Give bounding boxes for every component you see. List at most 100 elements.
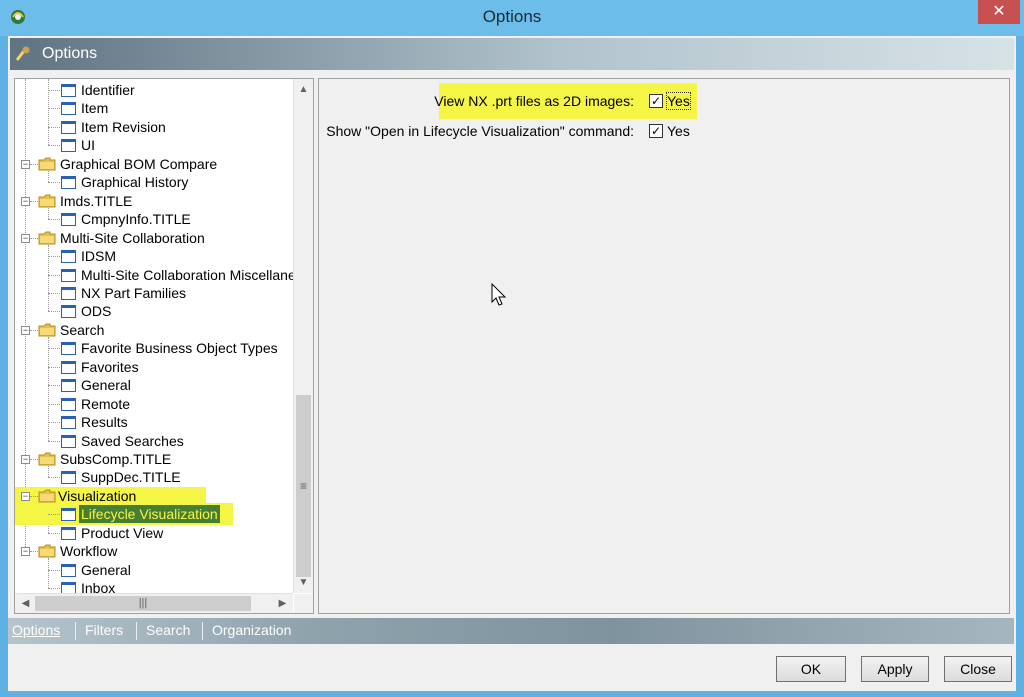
tree-item[interactable]: Results (15, 413, 293, 431)
tree-connector (48, 108, 60, 110)
tree-item[interactable]: Saved Searches (15, 432, 293, 450)
apply-button[interactable]: Apply (861, 656, 929, 682)
collapse-toggle-icon[interactable]: − (21, 325, 30, 335)
tree-item-label: General (81, 561, 131, 578)
setting-checkbox[interactable]: ✓ (649, 124, 663, 138)
tree-item[interactable]: CmpnyInfo.TITLE (15, 210, 293, 228)
tree-item[interactable]: Item (15, 99, 293, 117)
tree-horizontal-scrollbar[interactable]: ◀ ||| ▶ (15, 593, 293, 613)
tree-folder-item[interactable]: − SubsComp.TITLE (15, 450, 293, 468)
scroll-left-icon[interactable]: ◀ (17, 594, 34, 613)
tree-connector (48, 403, 60, 405)
tree-connector (48, 274, 60, 276)
tree-item-label: IDSM (81, 248, 116, 265)
scroll-down-icon[interactable]: ▼ (294, 574, 313, 591)
collapse-toggle-icon[interactable]: − (21, 233, 30, 243)
page-icon (61, 526, 76, 540)
tree-item[interactable]: ODS (15, 302, 293, 320)
tree-item[interactable]: Favorite Business Object Types (15, 339, 293, 357)
tab-separator (136, 622, 137, 640)
tree-item[interactable]: Remote (15, 395, 293, 413)
options-tree[interactable]: Identifier Item Item Revision UI − Graphical … (15, 79, 293, 593)
tab-options[interactable]: Options (12, 622, 60, 638)
tree-item-label: Remote (81, 395, 131, 412)
page-icon (61, 305, 76, 319)
collapse-toggle-icon[interactable]: − (21, 196, 30, 206)
tree-item[interactable]: Graphical History (15, 173, 293, 191)
collapse-toggle-icon[interactable]: − (21, 491, 30, 501)
setting-label: View NX .prt files as 2D images: (434, 93, 634, 109)
window-close-button[interactable]: ✕ (978, 0, 1020, 24)
tree-item[interactable]: Favorites (15, 358, 293, 376)
tree-item[interactable]: IDSM (15, 247, 293, 265)
ok-button[interactable]: OK (776, 656, 846, 682)
page-icon (61, 416, 76, 430)
tree-folder-item[interactable]: − Graphical BOM Compare (15, 155, 293, 173)
page-icon (61, 379, 76, 393)
page-icon (61, 213, 76, 227)
tree-item-label: Graphical BOM Compare (60, 155, 218, 172)
tree-item[interactable]: Multi-Site Collaboration Miscellane (15, 266, 293, 284)
bottom-tab-bar: Options Filters Search Organization (8, 618, 1014, 644)
tree-folder-item[interactable]: − Multi-Site Collaboration (15, 229, 293, 247)
tree-connector (48, 348, 60, 350)
tab-separator (202, 622, 203, 640)
tree-item[interactable]: UI (15, 136, 293, 154)
tree-folder-item[interactable]: − Imds.TITLE (15, 192, 293, 210)
tree-item[interactable]: General (15, 561, 293, 579)
tree-item-label: Item Revision (81, 118, 166, 135)
collapse-toggle-icon[interactable]: − (21, 547, 30, 557)
close-button[interactable]: Close (944, 656, 1012, 682)
scroll-thumb-horizontal[interactable]: ||| (35, 596, 251, 611)
tree-connector (48, 385, 60, 387)
tree-folder-item[interactable]: − Search (15, 321, 293, 339)
tree-item[interactable]: Product View (15, 524, 293, 542)
page-icon (61, 471, 76, 485)
tree-connector (30, 163, 38, 165)
tab-search[interactable]: Search (146, 622, 190, 638)
tree-item[interactable]: SuppDec.TITLE (15, 468, 293, 486)
folder-icon (38, 452, 56, 466)
setting-label: Show "Open in Lifecycle Visualization" c… (326, 123, 634, 139)
tree-item[interactable]: Identifier (15, 81, 293, 99)
tree-connector (48, 292, 60, 294)
setting-checkbox[interactable]: ✓ (649, 94, 663, 108)
tree-item-label: SuppDec.TITLE (81, 469, 181, 486)
settings-panel: View NX .prt files as 2D images: ✓ Yes Show… (318, 78, 1010, 614)
tree-connector (30, 495, 38, 497)
tab-organization[interactable]: Organization (212, 622, 291, 638)
tree-vertical-scrollbar[interactable]: ▲ ≡ ▼ (293, 79, 313, 593)
setting-value-label[interactable]: Yes (667, 117, 690, 145)
tree-folder-item[interactable]: − Visualization (15, 486, 293, 505)
scroll-up-icon[interactable]: ▲ (294, 81, 313, 98)
collapse-toggle-icon[interactable]: − (21, 455, 30, 464)
folder-icon (38, 231, 56, 245)
tree-item-label: Favorite Business Object Types (81, 340, 278, 357)
tree-connector (48, 588, 60, 590)
tree-item[interactable]: NX Part Families (15, 284, 293, 302)
setting-value-label[interactable]: Yes (666, 92, 691, 110)
tab-separator (75, 622, 76, 640)
tree-connector (48, 126, 60, 128)
tree-item[interactable]: Lifecycle Visualization (15, 503, 293, 526)
tree-item[interactable]: Item Revision (15, 118, 293, 136)
scrollbar-corner (294, 594, 313, 613)
setting-row: View NX .prt files as 2D images: ✓ Yes (319, 83, 1009, 119)
folder-icon (38, 544, 56, 558)
collapse-toggle-icon[interactable]: − (21, 159, 30, 169)
tree-connector (48, 569, 60, 571)
page-icon (61, 84, 76, 97)
tree-connector (48, 422, 60, 424)
scroll-right-icon[interactable]: ▶ (274, 594, 291, 613)
tree-item[interactable]: Inbox (15, 579, 293, 593)
scroll-thumb-vertical[interactable]: ≡ (296, 395, 311, 577)
tree-connector (48, 366, 60, 368)
tree-folder-item[interactable]: − Workflow (15, 542, 293, 560)
tree-connector (48, 532, 60, 534)
page-icon (61, 120, 76, 134)
tree-item[interactable]: General (15, 376, 293, 394)
page-icon (61, 434, 76, 448)
tab-filters[interactable]: Filters (85, 622, 123, 638)
tree-connector (48, 90, 60, 91)
window-titlebar: Options ✕ (0, 0, 1024, 36)
